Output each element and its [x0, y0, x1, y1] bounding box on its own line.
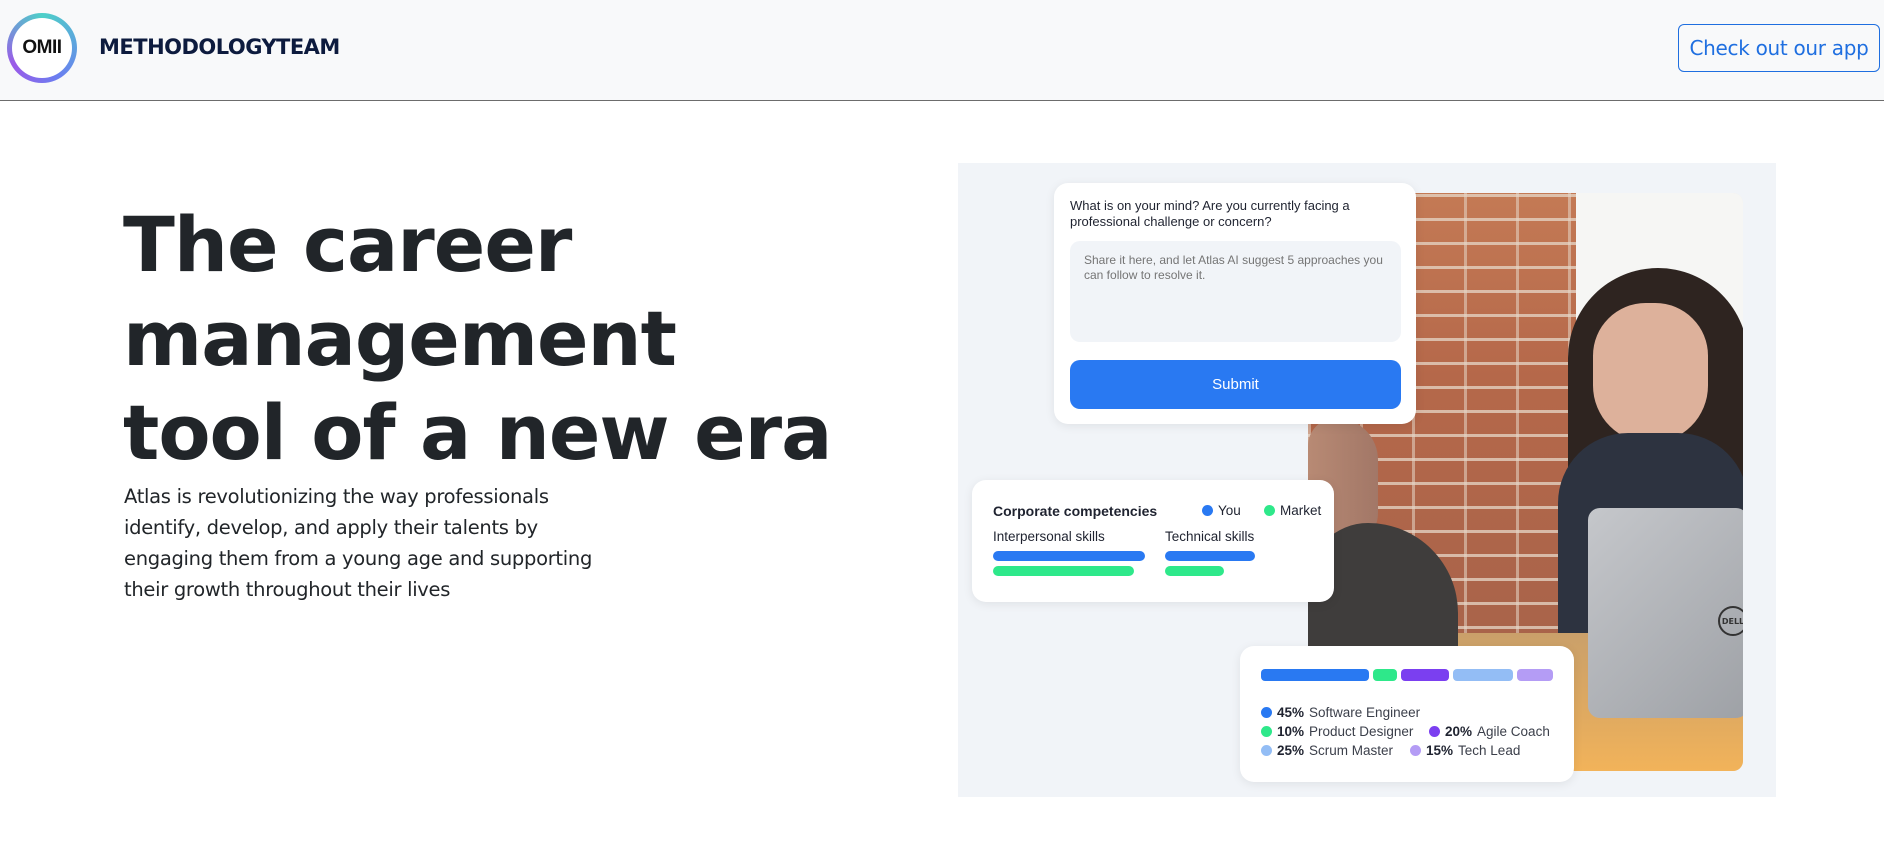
woman-face [1593, 303, 1708, 443]
competencies-title: Corporate competencies [993, 503, 1158, 519]
role-scrum-master: 25% Scrum Master [1261, 743, 1393, 758]
question-card: What is on your mind? Are you currently … [1054, 183, 1416, 424]
roles-bar-segment [1517, 669, 1553, 681]
legend-label-market: Market [1280, 503, 1322, 518]
role-name: Software Engineer [1309, 705, 1421, 720]
omii-logo[interactable]: OMII [7, 13, 77, 83]
role-name: Product Designer [1309, 724, 1414, 739]
question-label: What is on your mind? Are you currently … [1070, 198, 1350, 229]
competencies-card: Corporate competencies You Market Interp… [972, 480, 1334, 602]
role-dot [1429, 726, 1440, 737]
role-dot [1410, 745, 1421, 756]
hero-title-line-2: management [123, 294, 677, 383]
role-percent: 25% [1277, 743, 1305, 758]
logo-text: OMII [12, 18, 72, 78]
laptop: DELL [1588, 508, 1743, 718]
role-percent: 45% [1277, 705, 1305, 720]
interpersonal-skills-label: Interpersonal skills [993, 529, 1105, 544]
role-software-engineer: 45% Software Engineer [1261, 705, 1420, 720]
navbar: OMII METHODOLOGY TEAM Check out our app [0, 0, 1884, 101]
role-name: Tech Lead [1458, 743, 1521, 758]
laptop-logo: DELL [1718, 606, 1743, 636]
role-name: Agile Coach [1477, 724, 1550, 739]
hero-title-line-1: The career [123, 200, 572, 289]
roles-bar-segment [1261, 669, 1369, 681]
hero-description: Atlas is revolutionizing the way profess… [124, 485, 593, 601]
legend-you: You [1202, 503, 1241, 518]
role-dot [1261, 726, 1272, 737]
interpersonal-market-bar [993, 566, 1135, 576]
hero-title-line-3: tool of a new era [123, 388, 832, 477]
role-percent: 20% [1445, 724, 1473, 739]
role-dot [1261, 745, 1272, 756]
nav-link-methodology[interactable]: METHODOLOGY [99, 35, 277, 59]
legend-dot-you [1202, 505, 1213, 516]
technical-market-bar [1165, 566, 1225, 576]
legend-dot-market [1264, 505, 1275, 516]
technical-skills-label: Technical skills [1165, 529, 1255, 544]
interpersonal-you-bar [993, 551, 1145, 561]
check-out-app-button[interactable]: Check out our app [1678, 24, 1880, 72]
submit-button[interactable]: Submit [1070, 360, 1401, 409]
roles-bar-segment [1401, 669, 1449, 681]
roles-bar-segment [1373, 669, 1397, 681]
role-product-designer: 10% Product Designer [1261, 724, 1413, 739]
legend-label-you: You [1218, 503, 1241, 518]
roles-bar-segment [1453, 669, 1513, 681]
technical-you-bar [1165, 551, 1255, 561]
role-tech-lead: 15% Tech Lead [1410, 743, 1520, 758]
role-percent: 15% [1426, 743, 1454, 758]
role-dot [1261, 707, 1272, 718]
role-agile-coach: 20% Agile Coach [1429, 724, 1550, 739]
role-name: Scrum Master [1309, 743, 1394, 758]
nav-link-team[interactable]: TEAM [276, 35, 340, 59]
challenge-input[interactable] [1070, 241, 1401, 342]
legend-market: Market [1264, 503, 1321, 518]
roles-card: 45% Software Engineer 10% Product Design… [1240, 646, 1574, 782]
hero-title: The career management tool of a new era [123, 198, 832, 480]
hero-illustration: DELL What is on your mind? Are you curre… [958, 163, 1776, 797]
role-percent: 10% [1277, 724, 1305, 739]
